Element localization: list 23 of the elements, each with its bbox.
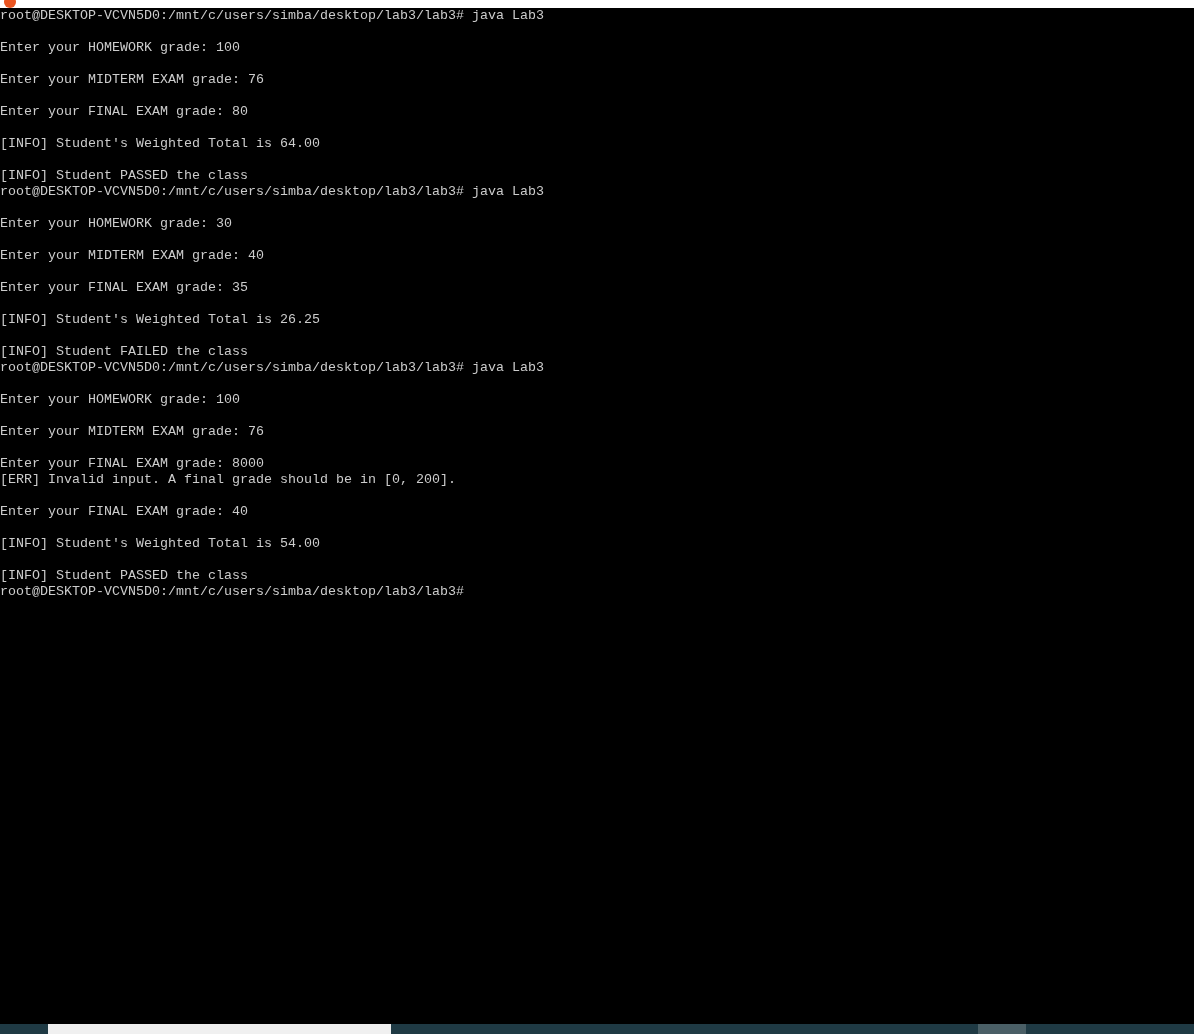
terminal-line: Enter your HOMEWORK grade: 30 (0, 216, 232, 232)
taskbar-item[interactable] (978, 1024, 1026, 1034)
terminal-line: [INFO] Student's Weighted Total is 54.00 (0, 536, 320, 552)
terminal-line: [INFO] Student PASSED the class (0, 168, 248, 184)
terminal-line: Enter your FINAL EXAM grade: 35 (0, 280, 248, 296)
terminal-line: Enter your MIDTERM EXAM grade: 40 (0, 248, 264, 264)
terminal-line: [ERR] Invalid input. A final grade should be in [0, 200]. (0, 472, 456, 488)
terminal-line: Enter your FINAL EXAM grade: 80 (0, 104, 248, 120)
terminal-line: Enter your MIDTERM EXAM grade: 76 (0, 72, 264, 88)
terminal-line: root@DESKTOP-VCVN5D0:/mnt/c/users/simba/desktop/lab3/lab3# java Lab3 (0, 360, 544, 376)
terminal-line: [INFO] Student's Weighted Total is 64.00 (0, 136, 320, 152)
terminal-line: [INFO] Student FAILED the class (0, 344, 248, 360)
search-field[interactable] (48, 1024, 391, 1034)
terminal-line: Enter your FINAL EXAM grade: 40 (0, 504, 248, 520)
terminal-line: Enter your HOMEWORK grade: 100 (0, 40, 240, 56)
terminal-line: root@DESKTOP-VCVN5D0:/mnt/c/users/simba/desktop/lab3/lab3# (0, 584, 464, 600)
terminal-line: Enter your FINAL EXAM grade: 8000 (0, 456, 264, 472)
terminal-line: [INFO] Student PASSED the class (0, 568, 248, 584)
terminal-line: root@DESKTOP-VCVN5D0:/mnt/c/users/simba/desktop/lab3/lab3# java Lab3 (0, 8, 544, 24)
terminal-line: Enter your HOMEWORK grade: 100 (0, 392, 240, 408)
terminal-line: [INFO] Student's Weighted Total is 26.25 (0, 312, 320, 328)
terminal-line: Enter your MIDTERM EXAM grade: 76 (0, 424, 264, 440)
terminal-line: root@DESKTOP-VCVN5D0:/mnt/c/users/simba/desktop/lab3/lab3# java Lab3 (0, 184, 544, 200)
